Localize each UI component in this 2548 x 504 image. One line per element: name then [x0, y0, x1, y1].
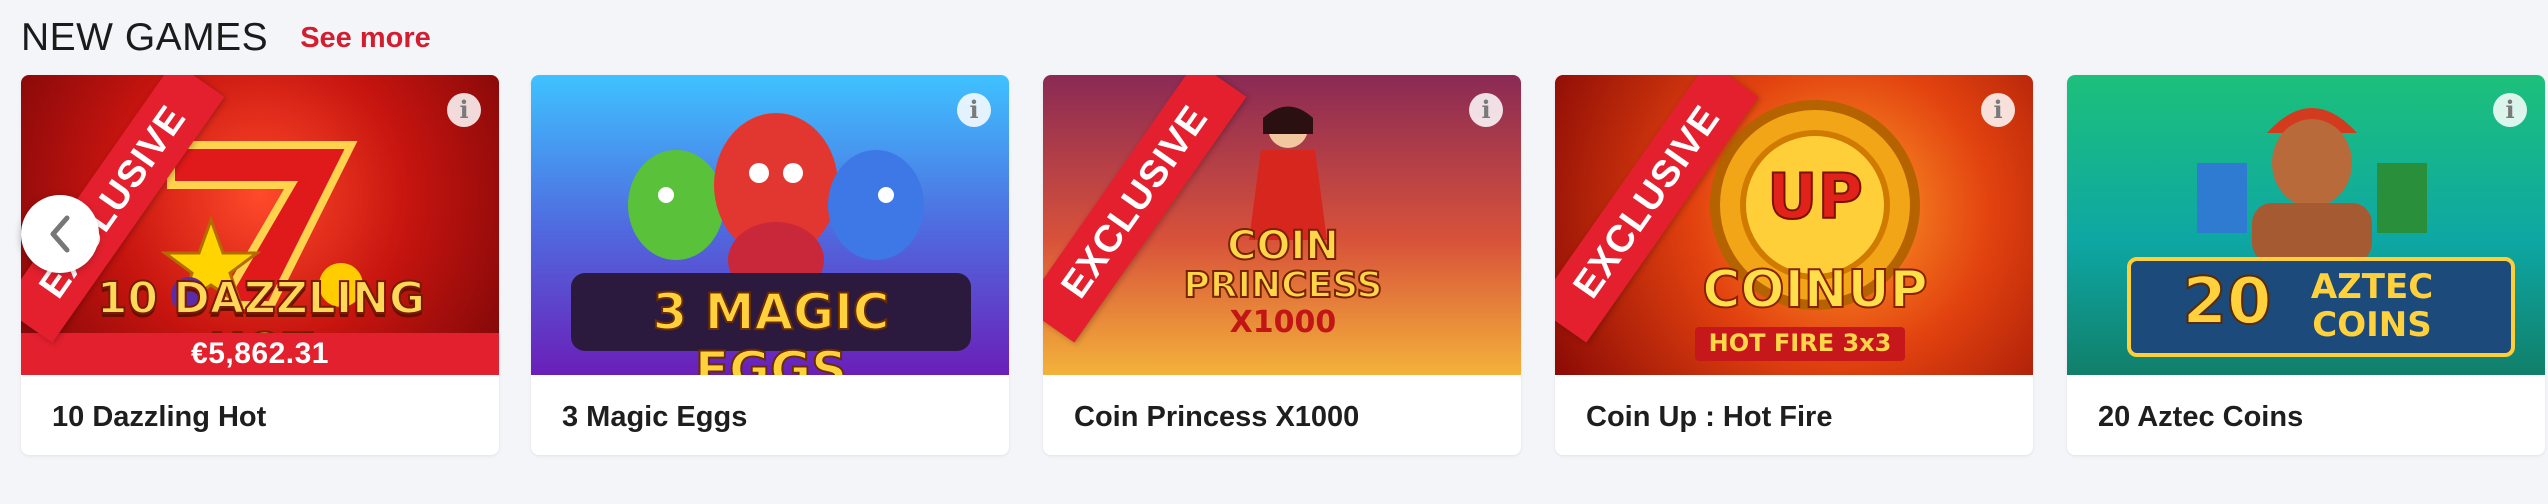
see-more-link[interactable]: See more	[300, 22, 431, 55]
aztec-warrior-illustration	[2197, 108, 2427, 263]
jackpot-amount: €5,862.31	[21, 333, 499, 375]
game-title: Coin Up : Hot Fire	[1586, 401, 1833, 433]
game-logo-coinup: COINUP	[1701, 259, 1929, 321]
game-title: 10 Dazzling Hot	[52, 401, 267, 433]
carousel-prev-button[interactable]	[21, 195, 99, 273]
game-logo-aztec: AZTEC	[2310, 267, 2434, 307]
princess-illustration	[1249, 106, 1327, 240]
info-icon[interactable]: i	[957, 93, 991, 127]
game-logo-hot-fire: HOT FIRE 3x3	[1708, 329, 1892, 357]
game-card-coin-princess-x1000[interactable]: COIN PRINCESS X1000 EXCLUSIVE i Coin Pri…	[1043, 75, 1521, 455]
game-logo-line-1: COIN	[1226, 222, 1340, 270]
game-thumbnail: COIN PRINCESS X1000 EXCLUSIVE i	[1043, 75, 1521, 375]
info-icon[interactable]: i	[447, 93, 481, 127]
section-header: NEW GAMES See more	[21, 10, 431, 66]
chevron-left-icon	[50, 215, 70, 253]
game-thumbnail: 3 MAGIC EGGS i	[531, 75, 1009, 375]
games-carousel: 10 DAZZLING HOT €5,862.31 EXCLUSIVE i 10…	[21, 75, 2548, 455]
info-icon[interactable]: i	[1469, 93, 1503, 127]
game-logo-coins: COINS	[2312, 305, 2432, 345]
info-icon[interactable]: i	[2493, 93, 2527, 127]
info-icon[interactable]: i	[1981, 93, 2015, 127]
game-card-3-magic-eggs[interactable]: 3 MAGIC EGGS i 3 Magic Eggs	[531, 75, 1009, 455]
game-thumbnail: 20 AZTEC COINS i	[2067, 75, 2545, 375]
game-card-10-dazzling-hot[interactable]: 10 DAZZLING HOT €5,862.31 EXCLUSIVE i 10…	[21, 75, 499, 455]
section-title: NEW GAMES	[21, 16, 269, 59]
game-title: 3 Magic Eggs	[562, 401, 748, 433]
game-logo: 3 MAGIC EGGS	[652, 282, 891, 375]
game-title: Coin Princess X1000	[1074, 401, 1360, 433]
game-logo-line-3: X1000	[1229, 305, 1337, 340]
dragons-illustration	[628, 113, 924, 295]
game-logo-20: 20	[2181, 264, 2272, 340]
game-thumbnail: UP COINUP HOT FIRE 3x3 EXCLUSIVE i	[1555, 75, 2033, 375]
game-title: 20 Aztec Coins	[2098, 401, 2304, 433]
game-card-20-aztec-coins[interactable]: 20 AZTEC COINS i 20 Aztec Coins	[2067, 75, 2545, 455]
game-logo-line-2: PRINCESS	[1183, 264, 1384, 307]
game-logo-up: UP	[1766, 159, 1864, 234]
game-card-coin-up-hot-fire[interactable]: UP COINUP HOT FIRE 3x3 EXCLUSIVE i Coin …	[1555, 75, 2033, 455]
